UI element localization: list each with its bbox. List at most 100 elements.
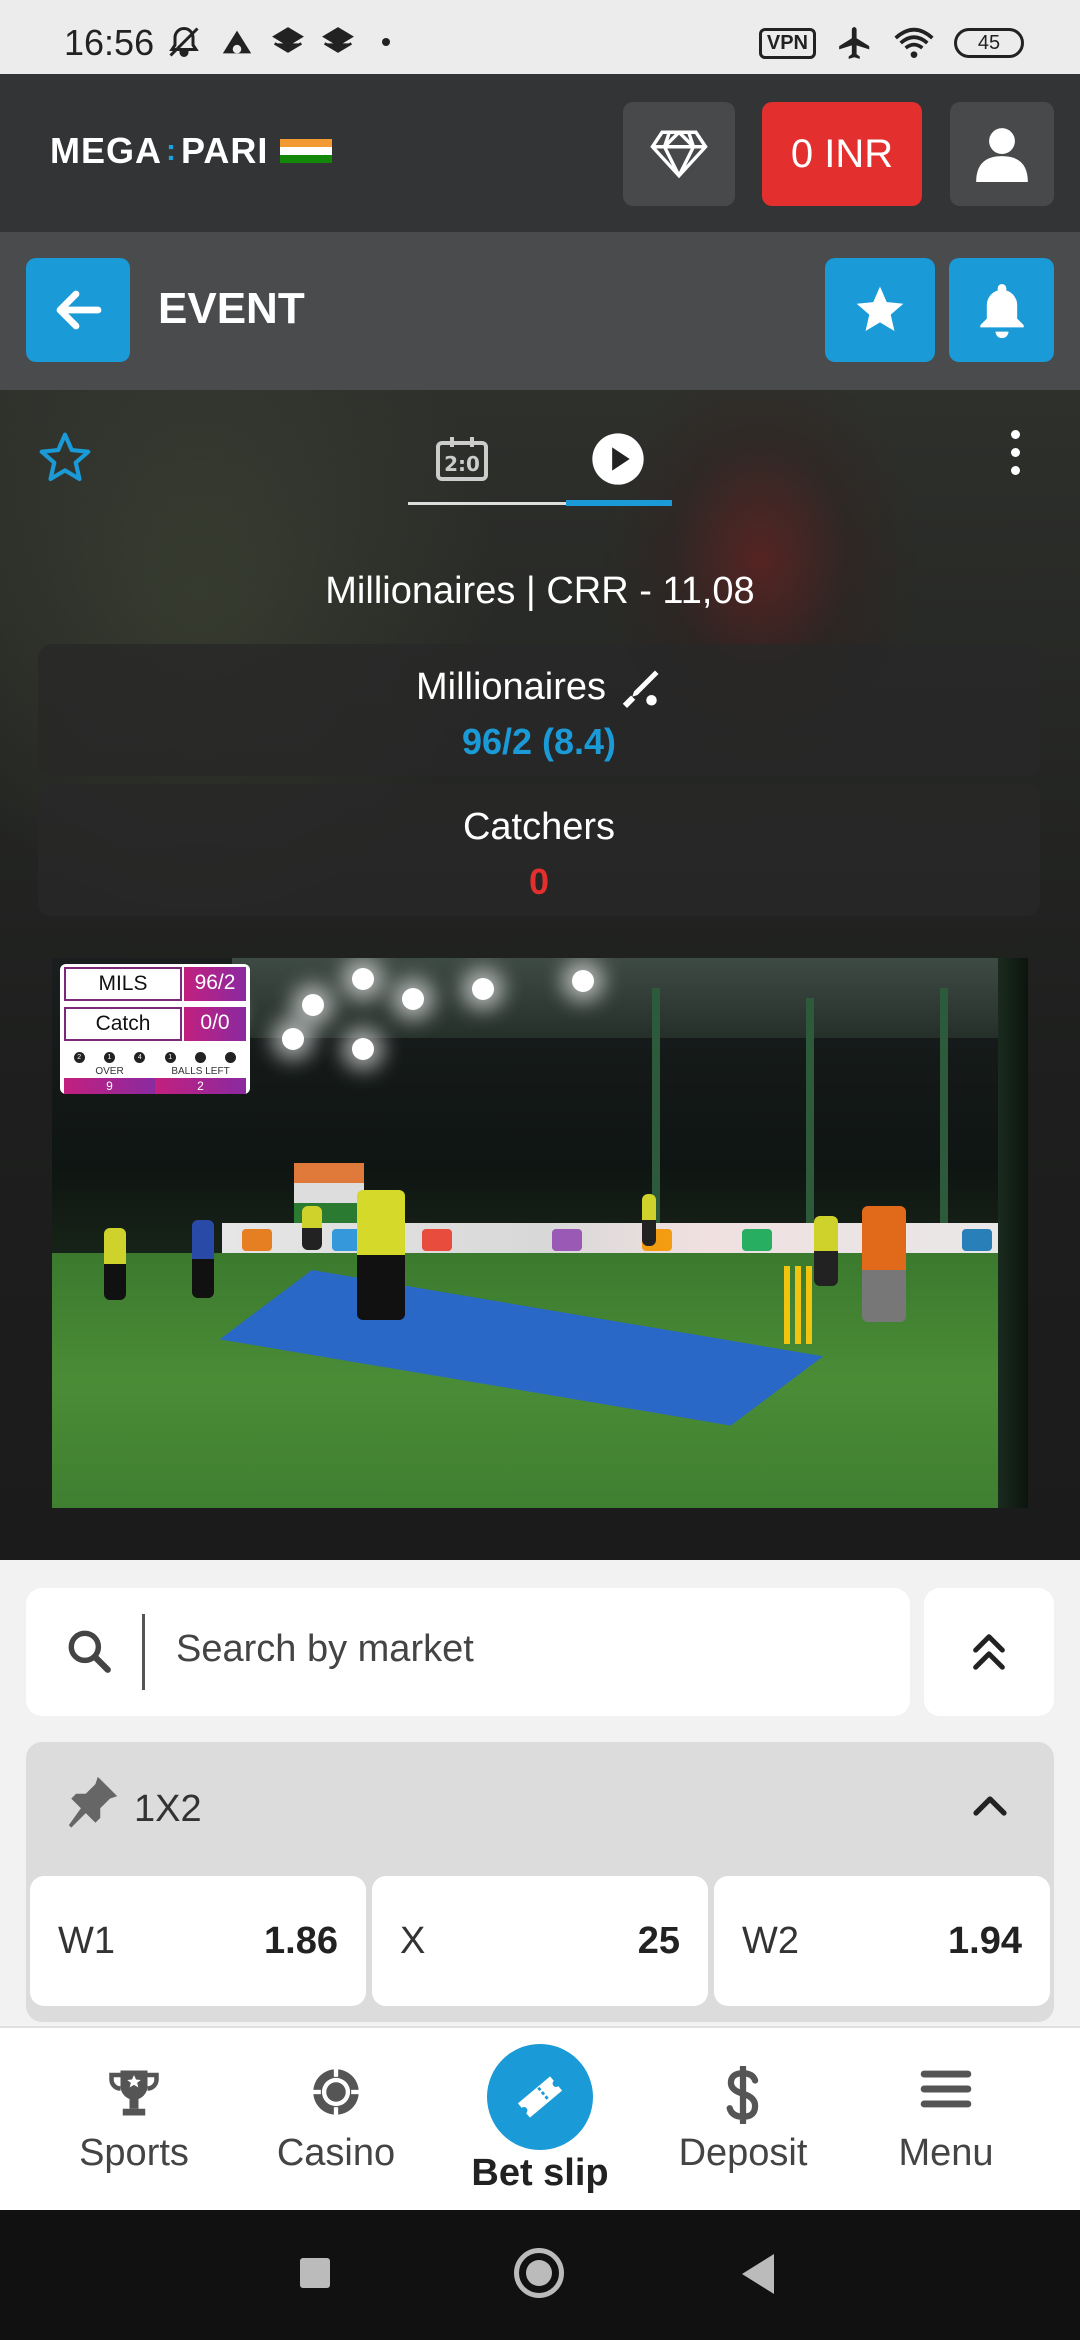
stumps [784,1266,812,1344]
collapse-all-button[interactable] [924,1588,1054,1716]
mute-icon [169,26,199,57]
wifi-icon [894,27,934,58]
odds-label: X [400,1920,426,1962]
star-icon [856,286,904,331]
overlay-ball-tracker: 2 1 4 1 [64,1050,246,1064]
airplane-icon [839,27,870,59]
odds-label: W2 [742,1920,799,1962]
ticket-icon [517,2076,563,2118]
status-notification-icons [166,24,390,60]
overlay-team2-score: 0/0 [184,1007,246,1041]
nav-deposit[interactable]: Deposit [643,2028,843,2212]
batting-icon [622,670,659,708]
status-bar: 16:56 VPN 45 [0,0,1080,74]
casino-chip-icon [312,2068,360,2116]
page-title: EVENT [158,284,305,333]
live-video-stream[interactable]: MILS 96/2 Catch 0/0 2 1 4 1 OVER BALLS L… [52,958,1028,1508]
pin-icon[interactable] [64,1772,122,1830]
team1-card: Millionaires 96/2 (8.4) [38,644,1040,776]
hamburger-menu-icon [920,2070,972,2108]
system-navigation-bar [0,2210,1080,2340]
event-bar: EVENT [0,232,1080,390]
odds-button-w2[interactable]: W2 1.94 [714,1876,1050,2006]
overlay-ball: 2 [73,1051,85,1063]
overlay-over-label: OVER [95,1066,124,1077]
balance-button[interactable]: 0 INR [762,102,922,206]
home-button[interactable] [514,2248,564,2298]
team2-score: 0 [528,861,550,902]
team1-name: Millionaires [415,666,607,708]
diamond-icon [650,130,708,179]
overlay-ball: 1 [103,1051,115,1063]
odds-value: 1.86 [264,1920,338,1962]
odds-label: W1 [58,1920,115,1962]
bottom-navigation: Sports Casino Bet slip Deposit Menu [0,2026,1080,2210]
nav-sports-label: Sports [79,2132,189,2174]
scoreboard-icon: 2:0 [436,437,488,481]
nav-menu[interactable]: Menu [846,2028,1046,2212]
more-notifications-dot [382,38,390,46]
battery-indicator: 45 [954,28,1024,58]
tab-active-indicator [566,500,672,506]
app-icon [222,30,252,54]
user-icon [976,128,1028,182]
nav-bet-slip[interactable]: Bet slip [440,2028,640,2212]
overlay-team1-score: 96/2 [184,967,246,1001]
overlay-team1: MILS [64,967,182,1001]
arrow-left-icon [56,290,102,330]
nav-bet-slip-label: Bet slip [471,2152,609,2194]
status-system-icons: VPN 45 [758,24,1024,62]
profile-button[interactable] [950,102,1054,206]
tab-video[interactable] [568,424,668,494]
chevron-up-icon[interactable] [970,1790,1010,1820]
odds-value: 1.94 [948,1920,1022,1962]
market-search[interactable] [26,1588,910,1716]
current-run-rate: Millionaires | CRR - 11,08 [325,570,755,612]
scoreboard: 2:0 Millionaires | CRR - 11,08 Millionai… [0,390,1080,1560]
overlay-ball: 4 [134,1051,146,1063]
vip-diamond-button[interactable] [623,102,735,206]
back-button[interactable] [26,258,130,362]
dollar-icon [726,2066,759,2124]
notifications-button[interactable] [949,258,1054,362]
logo-text-left: MEGA [50,130,162,171]
tab-underline [408,502,568,505]
search-icon [68,1630,111,1673]
logo-text-right: PARI [181,130,269,171]
bet-slip-circle [487,2044,593,2150]
system-back-button[interactable] [742,2254,774,2294]
india-flag-icon [280,139,333,163]
more-options-button[interactable] [1000,430,1030,475]
odds-button-x[interactable]: X 25 [372,1876,708,2006]
tab-scoreboard[interactable]: 2:0 [412,424,512,494]
status-time: 16:56 [64,22,155,63]
double-chevron-up-icon [973,1634,1005,1670]
trophy-icon [109,2070,159,2116]
favorite-button[interactable] [825,258,935,362]
overlay-ball [225,1051,237,1063]
odds-button-w1[interactable]: W1 1.86 [30,1876,366,2006]
logo-dots: : [166,134,177,167]
bell-icon [979,284,1024,339]
layers-icon [272,27,304,53]
nav-casino[interactable]: Casino [236,2028,436,2212]
market-title: 1X2 [134,1788,202,1830]
star-outline-icon [39,432,91,482]
nav-sports[interactable]: Sports [34,2028,234,2212]
search-input[interactable] [176,1628,876,1671]
nav-deposit-label: Deposit [678,2132,808,2174]
odds-value: 25 [637,1920,680,1962]
recent-apps-button[interactable] [300,2258,330,2288]
favorite-star-button[interactable] [36,430,94,491]
layers-icon [322,27,354,53]
overlay-ball: 1 [164,1051,176,1063]
overlay-over-value: 9 [64,1078,155,1094]
market-1x2: 1X2 W1 1.86 X 25 W2 1.94 [26,1742,1054,2022]
team2-card: Catchers 0 [38,784,1040,916]
overlay-ball [194,1051,206,1063]
svg-text:2:0: 2:0 [444,452,480,476]
overlay-balls-left-value: 2 [155,1078,246,1094]
nav-casino-label: Casino [276,2132,396,2174]
megapari-logo[interactable]: MEGA : PARI [50,130,333,172]
video-score-overlay: MILS 96/2 Catch 0/0 2 1 4 1 OVER BALLS L… [60,964,250,1094]
